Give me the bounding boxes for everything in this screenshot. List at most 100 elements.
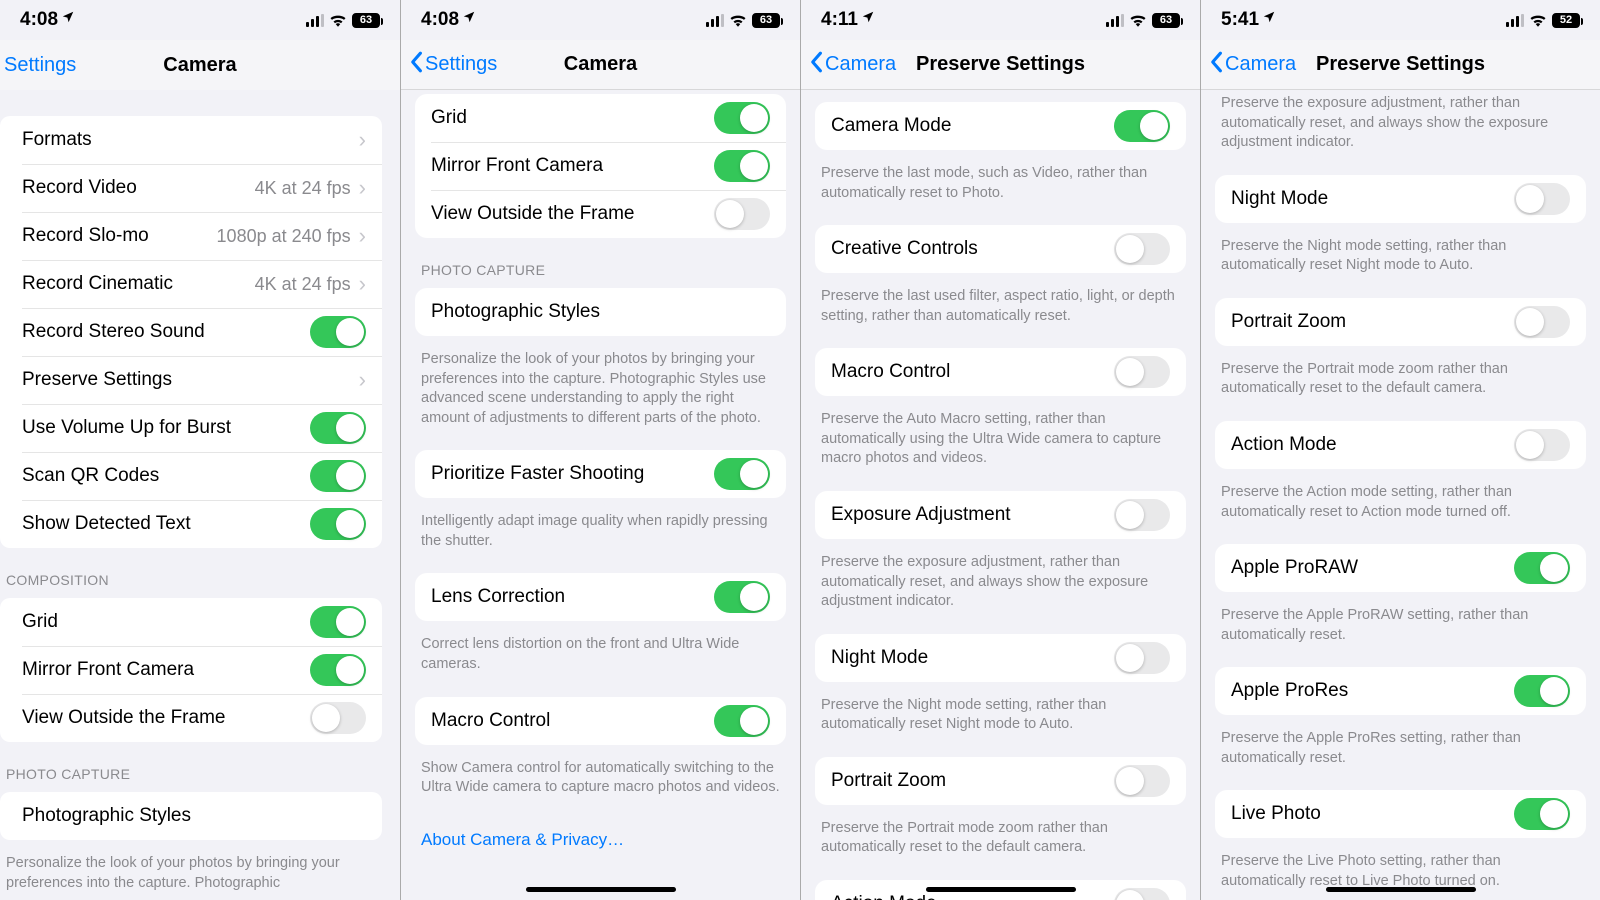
mirror-front-toggle[interactable]: Mirror Front Camera [6,646,382,694]
toggle-switch[interactable] [714,150,770,182]
record-stereo-toggle[interactable]: Record Stereo Sound [6,308,382,356]
row-label: Apple ProRes [1231,680,1514,702]
toggle-switch[interactable] [310,460,366,492]
view-outside-frame-toggle[interactable]: View Outside the Frame [415,190,786,238]
toggle-switch[interactable] [1114,888,1170,900]
formats-row[interactable]: Formats› [6,116,382,164]
toggle-switch[interactable] [714,458,770,490]
grid-toggle[interactable]: Grid [415,94,786,142]
prioritize-faster-toggle[interactable]: Prioritize Faster Shooting [415,450,786,498]
toggle-switch[interactable] [714,581,770,613]
preserve-settings-row[interactable]: Preserve Settings› [6,356,382,404]
exposure-adjustment-toggle[interactable]: Exposure Adjustment [815,491,1186,539]
toggle-switch[interactable] [1114,110,1170,142]
back-button[interactable]: Camera [1201,51,1296,79]
portrait-zoom-toggle[interactable]: Portrait Zoom [1215,298,1586,346]
toggle-switch[interactable] [1514,306,1570,338]
toggle-switch[interactable] [714,102,770,134]
toggle-switch[interactable] [310,412,366,444]
toggle-switch[interactable] [310,702,366,734]
lens-correction-toggle[interactable]: Lens Correction [415,573,786,621]
back-button[interactable]: Camera [801,51,896,79]
record-cinematic-row[interactable]: Record Cinematic4K at 24 fps › [6,260,382,308]
section-footer: Preserve the exposure adjustment, rather… [1201,90,1600,171]
toggle-switch[interactable] [1114,356,1170,388]
night-mode-toggle[interactable]: Night Mode [815,634,1186,682]
settings-group: Night Mode [815,634,1186,682]
row-label: Record Stereo Sound [22,321,310,343]
row-value: 4K at 24 fps [255,178,351,199]
row-value: 4K at 24 fps [255,274,351,295]
row-label: Action Mode [831,893,1114,900]
row-label: Grid [22,611,310,633]
show-detected-text-toggle[interactable]: Show Detected Text [6,500,382,548]
toggle-switch[interactable] [1114,499,1170,531]
row-label: Lens Correction [431,586,714,608]
portrait-zoom-toggle[interactable]: Portrait Zoom [815,757,1186,805]
apple-proraw-toggle[interactable]: Apple ProRAW [1215,544,1586,592]
row-label: Use Volume Up for Burst [22,417,310,439]
record-slomo-row[interactable]: Record Slo-mo1080p at 240 fps› [6,212,382,260]
status-time: 4:11 [821,9,858,31]
volume-burst-toggle[interactable]: Use Volume Up for Burst [6,404,382,452]
toggle-switch[interactable] [1514,798,1570,830]
record-video-row[interactable]: Record Video4K at 24 fps› [6,164,382,212]
section-footer: Preserve the last mode, such as Video, r… [801,160,1200,221]
back-label: Camera [1225,53,1296,76]
phone-screen-2: 4:1163CameraPreserve SettingsCamera Mode… [800,0,1200,900]
wifi-icon [1529,13,1547,27]
toggle-switch[interactable] [310,606,366,638]
mirror-front-toggle[interactable]: Mirror Front Camera [415,142,786,190]
back-button[interactable]: Settings [401,51,497,79]
creative-controls-toggle[interactable]: Creative Controls [815,225,1186,273]
row-label: View Outside the Frame [22,707,310,729]
cellular-icon [1506,14,1524,27]
night-mode-toggle[interactable]: Night Mode [1215,175,1586,223]
toggle-switch[interactable] [310,654,366,686]
toggle-switch[interactable] [1114,765,1170,797]
settings-group: Apple ProRes [1215,667,1586,715]
status-bar: 5:4152 [1201,0,1600,40]
chevron-right-icon: › [359,175,366,201]
back-button[interactable]: Settings [0,54,76,77]
about-link[interactable]: About Camera & Privacy… [401,816,800,864]
chevron-right-icon: › [359,127,366,153]
row-label: Formats [22,129,359,151]
settings-group: Photographic Styles [415,288,786,336]
nav-bar: SettingsCamera [0,40,400,90]
live-photo-toggle[interactable]: Live Photo [1215,790,1586,838]
cellular-icon [306,14,324,27]
section-footer: Show Camera control for automatically sw… [401,755,800,816]
camera-mode-toggle[interactable]: Camera Mode [815,102,1186,150]
row-label: Grid [431,107,714,129]
settings-group: Macro Control [415,697,786,745]
macro-control-toggle[interactable]: Macro Control [415,697,786,745]
status-time: 4:08 [20,9,58,31]
apple-prores-toggle[interactable]: Apple ProRes [1215,667,1586,715]
view-outside-frame-toggle[interactable]: View Outside the Frame [6,694,382,742]
toggle-switch[interactable] [714,705,770,737]
toggle-switch[interactable] [714,198,770,230]
row-label: Record Cinematic [22,273,255,295]
macro-control-preserve-toggle[interactable]: Macro Control [815,348,1186,396]
toggle-switch[interactable] [310,508,366,540]
phone-screen-1: 4:0863SettingsCameraGridMirror Front Cam… [400,0,800,900]
toggle-switch[interactable] [1514,429,1570,461]
photographic-styles-link[interactable]: Photographic Styles [6,792,382,840]
settings-group: Prioritize Faster Shooting [415,450,786,498]
row-label: View Outside the Frame [431,203,714,225]
row-label: Macro Control [831,361,1114,383]
toggle-switch[interactable] [1114,642,1170,674]
action-mode-toggle[interactable]: Action Mode [1215,421,1586,469]
photographic-styles-link[interactable]: Photographic Styles [415,288,786,336]
toggle-switch[interactable] [310,316,366,348]
chevron-right-icon: › [359,367,366,393]
chevron-right-icon: › [359,271,366,297]
toggle-switch[interactable] [1514,183,1570,215]
row-label: Macro Control [431,710,714,732]
grid-toggle[interactable]: Grid [6,598,382,646]
toggle-switch[interactable] [1114,233,1170,265]
scan-qr-toggle[interactable]: Scan QR Codes [6,452,382,500]
toggle-switch[interactable] [1514,552,1570,584]
toggle-switch[interactable] [1514,675,1570,707]
